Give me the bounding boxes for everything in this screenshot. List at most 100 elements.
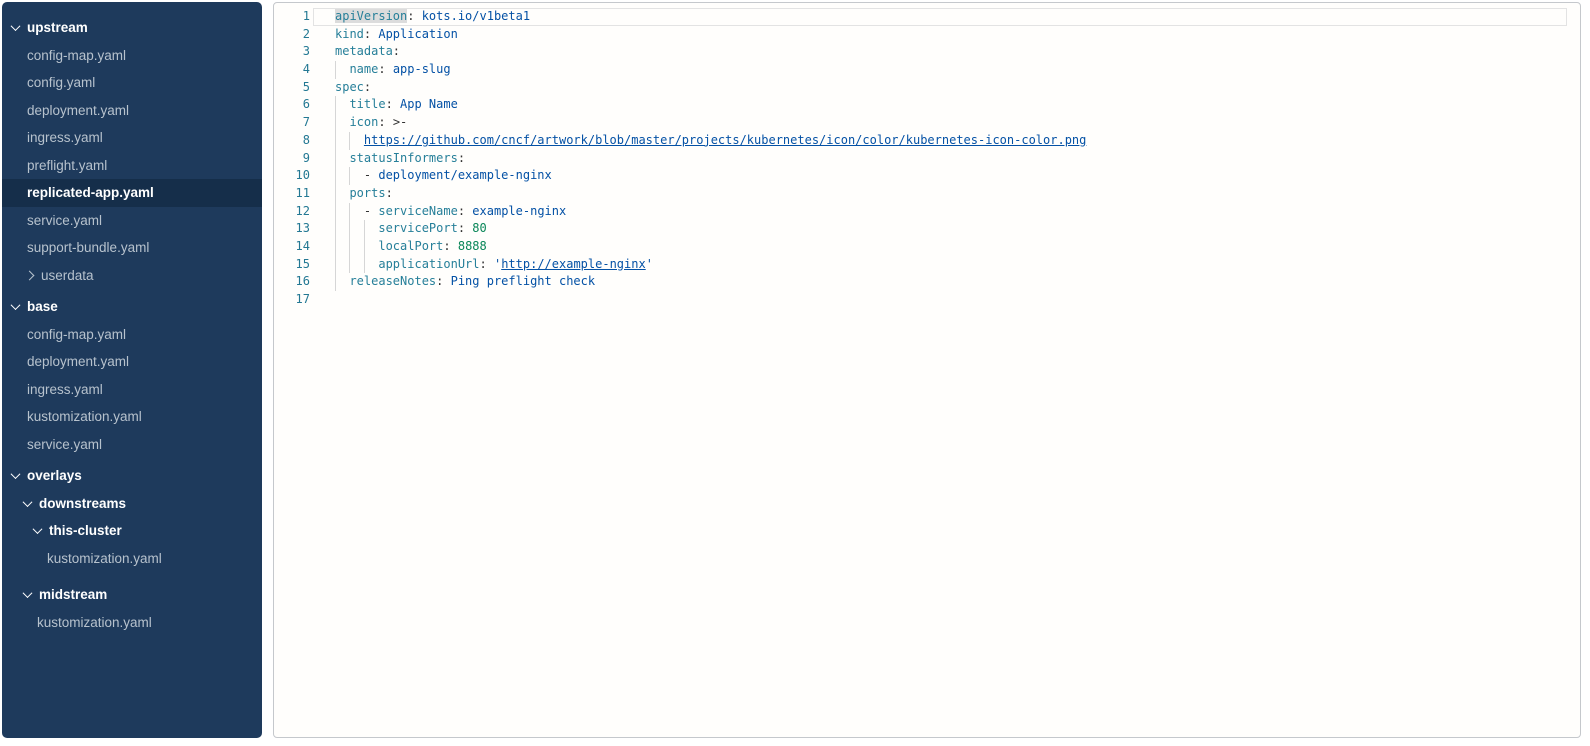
sidebar-folder-midstream[interactable]: midstream <box>2 581 262 609</box>
sidebar-folder-userdata[interactable]: userdata <box>2 262 262 290</box>
tree-item-label: base <box>27 299 58 314</box>
sidebar-folder-downstreams[interactable]: downstreams <box>2 490 262 518</box>
code-token: localPort <box>378 239 443 253</box>
code-line[interactable]: 7 icon: >- <box>274 114 1580 132</box>
sidebar-file-config-map-yaml[interactable]: config-map.yaml <box>2 42 262 70</box>
code-token: : <box>364 80 371 94</box>
code-token: : <box>378 115 392 129</box>
line-number: 2 <box>274 26 310 44</box>
code-token: 8888 <box>458 239 487 253</box>
code-line[interactable]: 2 kind: Application <box>274 26 1580 44</box>
code-line[interactable]: 15 applicationUrl: 'http://example-nginx… <box>274 256 1580 274</box>
sidebar-file-ingress-yaml[interactable]: ingress.yaml <box>2 124 262 152</box>
sidebar-file-kustomization-yaml[interactable]: kustomization.yaml <box>2 403 262 431</box>
indent-guide-line <box>364 256 365 274</box>
tree-item-label: preflight.yaml <box>27 158 107 173</box>
code-line[interactable]: 1apiVersion: kots.io/v1beta1 <box>274 8 1580 26</box>
line-number: 9 <box>274 150 310 168</box>
code-token: : <box>378 62 392 76</box>
sidebar-file-support-bundle-yaml[interactable]: support-bundle.yaml <box>2 234 262 262</box>
code-token: kots.io/v1beta1 <box>422 9 530 23</box>
code-token: apiVersion <box>335 9 407 23</box>
code-text: metadata: <box>335 43 400 61</box>
code-token: icon <box>349 115 378 129</box>
code-line[interactable]: 6 title: App Name <box>274 96 1580 114</box>
indent-guide-line <box>349 220 350 238</box>
line-number: 1 <box>274 8 310 26</box>
code-line[interactable]: 4 name: app-slug <box>274 61 1580 79</box>
sidebar-file-replicated-app-yaml[interactable]: replicated-app.yaml <box>2 179 262 207</box>
line-number: 4 <box>274 61 310 79</box>
code-token: : <box>364 27 378 41</box>
code-token <box>335 239 378 253</box>
indent-guide-line <box>335 150 336 168</box>
sidebar-folder-this-cluster[interactable]: this-cluster <box>2 517 262 545</box>
code-link[interactable]: https://github.com/cncf/artwork/blob/mas… <box>364 133 1086 147</box>
code-token: : <box>436 274 450 288</box>
code-token: spec <box>335 80 364 94</box>
code-line[interactable]: 9 statusInformers: <box>274 150 1580 168</box>
tree-item-label: ingress.yaml <box>27 382 103 397</box>
sidebar-file-kustomization-yaml[interactable]: kustomization.yaml <box>2 545 262 573</box>
code-line[interactable]: 17 <box>274 291 1580 309</box>
code-token: : <box>386 186 393 200</box>
line-number: 13 <box>274 220 310 238</box>
sidebar-file-config-map-yaml[interactable]: config-map.yaml <box>2 321 262 349</box>
code-line[interactable]: 8 https://github.com/cncf/artwork/blob/m… <box>274 132 1580 150</box>
sidebar-folder-upstream[interactable]: upstream <box>2 14 262 42</box>
code-token: : <box>458 221 472 235</box>
code-line[interactable]: 5 spec: <box>274 79 1580 97</box>
code-line[interactable]: 10 - deployment/example-nginx <box>274 167 1580 185</box>
sidebar-folder-overlays[interactable]: overlays <box>2 462 262 490</box>
code-token: applicationUrl <box>378 257 479 271</box>
sidebar-file-service-yaml[interactable]: service.yaml <box>2 207 262 235</box>
code-token: title <box>349 97 385 111</box>
code-line[interactable]: 12 - serviceName: example-nginx <box>274 203 1580 221</box>
code-line[interactable]: 16 releaseNotes: Ping preflight check <box>274 273 1580 291</box>
indent-guide-line <box>335 185 336 203</box>
code-token: name <box>349 62 378 76</box>
sidebar-file-deployment-yaml[interactable]: deployment.yaml <box>2 348 262 376</box>
tree-item-label: upstream <box>27 20 88 35</box>
code-line[interactable]: 11 ports: <box>274 185 1580 203</box>
indent-guide-line <box>335 132 336 150</box>
indent-guide-line <box>335 96 336 114</box>
line-number: 10 <box>274 167 310 185</box>
line-number: 5 <box>274 79 310 97</box>
tree-item-label: config-map.yaml <box>27 327 126 342</box>
code-token: - <box>335 204 378 218</box>
code-token: releaseNotes <box>349 274 436 288</box>
code-text: statusInformers: <box>335 150 465 168</box>
sidebar-folder-base[interactable]: base <box>2 293 262 321</box>
indent-guide-line <box>349 256 350 274</box>
code-token: : <box>458 151 465 165</box>
code-link[interactable]: http://example-nginx <box>501 257 646 271</box>
sidebar-file-ingress-yaml[interactable]: ingress.yaml <box>2 376 262 404</box>
code-token: example-nginx <box>472 204 566 218</box>
code-text: kind: Application <box>335 26 458 44</box>
code-line[interactable]: 3 metadata: <box>274 43 1580 61</box>
tree-item-label: overlays <box>27 468 82 483</box>
sidebar-file-service-yaml[interactable]: service.yaml <box>2 431 262 459</box>
code-token <box>335 62 349 76</box>
indent-guide-line <box>349 132 350 150</box>
sidebar-file-deployment-yaml[interactable]: deployment.yaml <box>2 97 262 125</box>
code-token: serviceName <box>378 204 457 218</box>
sidebar-file-kustomization-yaml[interactable]: kustomization.yaml <box>2 609 262 637</box>
code-line[interactable]: 13 servicePort: 80 <box>274 220 1580 238</box>
tree-item-label: this-cluster <box>49 523 122 538</box>
code-line[interactable]: 14 localPort: 8888 <box>274 238 1580 256</box>
code-token: metadata <box>335 44 393 58</box>
code-area[interactable]: 1 apiVersion: kots.io/v1beta1 2 kind: Appli… <box>274 3 1580 737</box>
tree-item-label: downstreams <box>39 496 126 511</box>
code-token <box>335 186 349 200</box>
code-token: statusInformers <box>349 151 457 165</box>
line-number: 12 <box>274 203 310 221</box>
sidebar-file-preflight-yaml[interactable]: preflight.yaml <box>2 152 262 180</box>
indent-guide-line <box>335 61 336 79</box>
sidebar-file-config-yaml[interactable]: config.yaml <box>2 69 262 97</box>
code-text: https://github.com/cncf/artwork/blob/mas… <box>335 132 1086 150</box>
code-text: applicationUrl: 'http://example-nginx' <box>335 256 653 274</box>
code-text: name: app-slug <box>335 61 451 79</box>
line-number: 3 <box>274 43 310 61</box>
